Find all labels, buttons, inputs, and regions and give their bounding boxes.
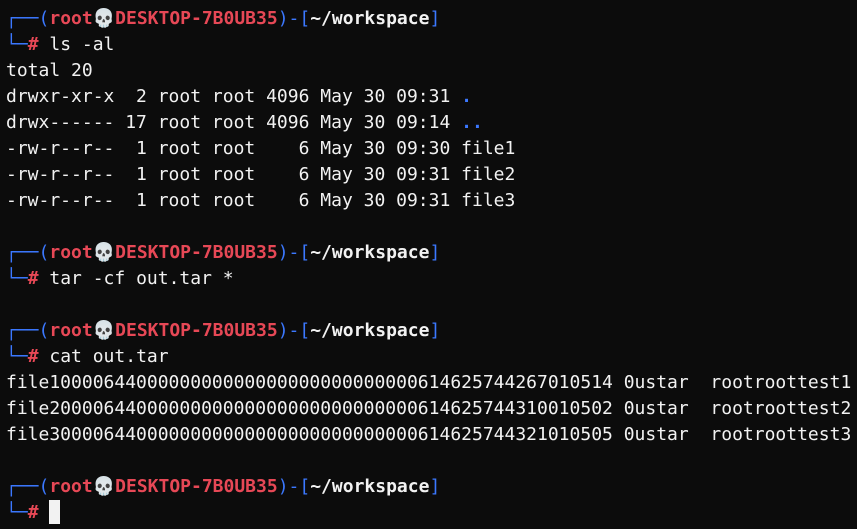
output-line: -rw-r--r-- 1 root root 6 May 30 09:31 fi… bbox=[6, 190, 516, 211]
skull-icon: 💀 bbox=[92, 242, 116, 263]
prompt-host: DESKTOP-7B0UB35 bbox=[115, 8, 278, 29]
prompt-line: ┌──(root💀DESKTOP-7B0UB35)-[~/workspace] bbox=[6, 474, 857, 500]
prompt-close: ] bbox=[429, 242, 441, 263]
prompt-close: ] bbox=[429, 320, 441, 341]
prompt-separator: )-[ bbox=[277, 476, 311, 497]
output-line: file200006440000000000000000000000000061… bbox=[6, 398, 852, 419]
output-line: total 20 bbox=[6, 60, 93, 81]
prompt-user: root bbox=[49, 242, 93, 263]
prompt-separator: )-[ bbox=[277, 8, 311, 29]
prompt-close: ] bbox=[429, 476, 441, 497]
output-line: -rw-r--r-- 1 root root 6 May 30 09:31 fi… bbox=[6, 164, 516, 185]
prompt-user: root bbox=[49, 8, 93, 29]
active-command-line[interactable]: └─# bbox=[6, 500, 857, 526]
prompt-host: DESKTOP-7B0UB35 bbox=[115, 320, 278, 341]
prompt-host: DESKTOP-7B0UB35 bbox=[115, 242, 278, 263]
skull-icon: 💀 bbox=[92, 476, 116, 497]
prompt-user: root bbox=[49, 320, 93, 341]
prompt-frame-top: ┌──( bbox=[6, 8, 50, 29]
prompt-frame-top: ┌──( bbox=[6, 320, 50, 341]
output-line: file300006440000000000000000000000000061… bbox=[6, 424, 852, 445]
text-cursor bbox=[49, 500, 61, 524]
prompt-separator: )-[ bbox=[277, 320, 311, 341]
skull-icon: 💀 bbox=[92, 8, 116, 29]
output-line: drwxr-xr-x 2 root root 4096 May 30 09:31… bbox=[6, 84, 857, 110]
dir-name: . bbox=[461, 86, 472, 107]
command-text: ls -al bbox=[49, 34, 115, 55]
prompt-path: ~/workspace bbox=[310, 476, 430, 497]
prompt-frame-bottom: └─ bbox=[6, 34, 28, 55]
prompt-host: DESKTOP-7B0UB35 bbox=[115, 476, 278, 497]
prompt-line: ┌──(root💀DESKTOP-7B0UB35)-[~/workspace] bbox=[6, 6, 857, 32]
terminal-window[interactable]: ┌──(root💀DESKTOP-7B0UB35)-[~/workspace] … bbox=[0, 0, 857, 529]
prompt-hash: # bbox=[27, 502, 39, 523]
output-text: drwx------ 17 root root 4096 May 30 09:1… bbox=[6, 112, 462, 133]
prompt-frame-bottom: └─ bbox=[6, 268, 28, 289]
prompt-path: ~/workspace bbox=[310, 320, 430, 341]
output-text: drwxr-xr-x 2 root root 4096 May 30 09:31 bbox=[6, 86, 462, 107]
prompt-line: ┌──(root💀DESKTOP-7B0UB35)-[~/workspace] bbox=[6, 318, 857, 344]
prompt-path: ~/workspace bbox=[310, 8, 430, 29]
prompt-close: ] bbox=[429, 8, 441, 29]
command-line: └─# tar -cf out.tar * bbox=[6, 266, 857, 292]
command-line: └─# ls -al bbox=[6, 32, 857, 58]
output-line: -rw-r--r-- 1 root root 6 May 30 09:30 fi… bbox=[6, 138, 516, 159]
prompt-hash: # bbox=[27, 268, 39, 289]
output-line: drwx------ 17 root root 4096 May 30 09:1… bbox=[6, 110, 857, 136]
command-line: └─# cat out.tar bbox=[6, 344, 857, 370]
command-text: cat out.tar bbox=[49, 346, 169, 367]
prompt-frame-bottom: └─ bbox=[6, 502, 28, 523]
prompt-separator: )-[ bbox=[277, 242, 311, 263]
prompt-frame-top: ┌──( bbox=[6, 242, 50, 263]
skull-icon: 💀 bbox=[92, 320, 116, 341]
dir-name: .. bbox=[461, 112, 483, 133]
prompt-user: root bbox=[49, 476, 93, 497]
output-line: file100006440000000000000000000000000061… bbox=[6, 372, 852, 393]
prompt-hash: # bbox=[27, 346, 39, 367]
prompt-line: ┌──(root💀DESKTOP-7B0UB35)-[~/workspace] bbox=[6, 240, 857, 266]
prompt-frame-bottom: └─ bbox=[6, 346, 28, 367]
command-text: tar -cf out.tar * bbox=[49, 268, 234, 289]
prompt-hash: # bbox=[27, 34, 39, 55]
prompt-path: ~/workspace bbox=[310, 242, 430, 263]
prompt-frame-top: ┌──( bbox=[6, 476, 50, 497]
